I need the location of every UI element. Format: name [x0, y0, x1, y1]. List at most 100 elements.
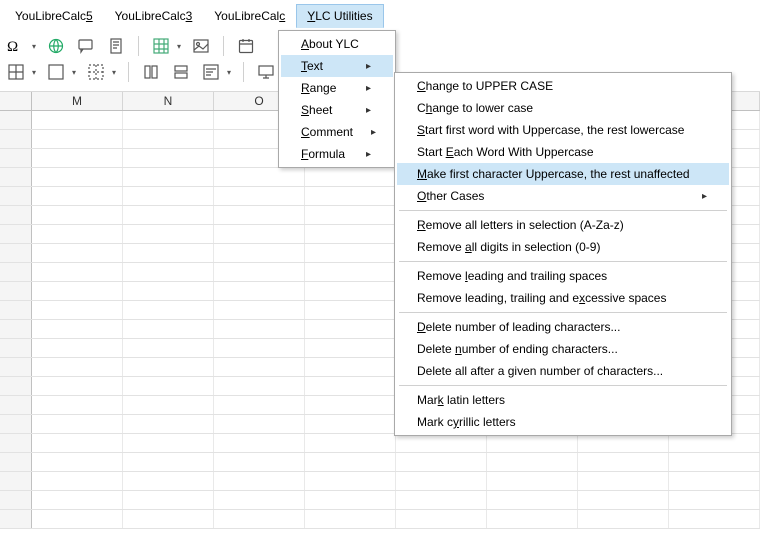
row-header[interactable]	[0, 187, 32, 205]
cell[interactable]	[32, 225, 123, 243]
cell[interactable]	[487, 491, 578, 509]
cell[interactable]	[214, 396, 305, 414]
cell[interactable]	[32, 206, 123, 224]
menu-item[interactable]: Delete all after a given number of chara…	[397, 360, 729, 382]
cell[interactable]	[396, 491, 487, 509]
cell[interactable]	[123, 149, 214, 167]
cell[interactable]	[123, 130, 214, 148]
menu-item[interactable]: Remove all digits in selection (0-9)	[397, 236, 729, 258]
table-insert-icon[interactable]	[151, 36, 171, 56]
menubar-item[interactable]: YouLibreCalc5	[4, 4, 104, 28]
cell[interactable]	[305, 282, 396, 300]
cell[interactable]	[123, 453, 214, 471]
menu-item[interactable]: Mark latin letters	[397, 389, 729, 411]
cell[interactable]	[123, 510, 214, 528]
cell[interactable]	[487, 510, 578, 528]
menu-item[interactable]: Remove leading and trailing spaces	[397, 265, 729, 287]
menubar-item[interactable]: YLC Utilities	[296, 4, 383, 28]
cell[interactable]	[305, 396, 396, 414]
cell[interactable]	[305, 472, 396, 490]
cell[interactable]	[123, 282, 214, 300]
cell[interactable]	[32, 187, 123, 205]
computer-icon[interactable]	[256, 62, 276, 82]
cell[interactable]	[305, 339, 396, 357]
cell[interactable]	[396, 453, 487, 471]
menu-item[interactable]: Change to lower case	[397, 97, 729, 119]
cell[interactable]	[669, 510, 760, 528]
row-header[interactable]	[0, 225, 32, 243]
cell[interactable]	[305, 301, 396, 319]
cell[interactable]	[214, 263, 305, 281]
row-header[interactable]	[0, 358, 32, 376]
menu-item[interactable]: Make first character Uppercase, the rest…	[397, 163, 729, 185]
menu-item[interactable]: Range▸	[281, 77, 393, 99]
cell[interactable]	[32, 130, 123, 148]
cell[interactable]	[305, 320, 396, 338]
cell[interactable]	[305, 358, 396, 376]
cell[interactable]	[32, 453, 123, 471]
cell[interactable]	[214, 510, 305, 528]
corner-cell[interactable]	[0, 92, 32, 110]
cell[interactable]	[32, 263, 123, 281]
cell[interactable]	[305, 434, 396, 452]
insert-column-icon[interactable]	[141, 62, 161, 82]
cell[interactable]	[487, 472, 578, 490]
cell[interactable]	[305, 510, 396, 528]
row-header[interactable]	[0, 396, 32, 414]
cell[interactable]	[32, 282, 123, 300]
image-icon[interactable]	[191, 36, 211, 56]
cell[interactable]	[214, 453, 305, 471]
menu-item[interactable]: Formula▸	[281, 143, 393, 165]
cell[interactable]	[578, 510, 669, 528]
cell[interactable]	[123, 225, 214, 243]
row-header[interactable]	[0, 263, 32, 281]
cell[interactable]	[32, 472, 123, 490]
row-header[interactable]	[0, 510, 32, 528]
cell[interactable]	[396, 434, 487, 452]
cell[interactable]	[32, 301, 123, 319]
menu-item[interactable]: Delete number of leading characters...	[397, 316, 729, 338]
cell[interactable]	[214, 301, 305, 319]
conditional-format-icon[interactable]	[201, 62, 221, 82]
cell[interactable]	[214, 377, 305, 395]
cell[interactable]	[305, 244, 396, 262]
menubar-item[interactable]: YouLibreCalc	[203, 4, 296, 28]
cell[interactable]	[214, 282, 305, 300]
hyperlink-icon[interactable]	[46, 36, 66, 56]
cell[interactable]	[305, 187, 396, 205]
column-header[interactable]: M	[32, 92, 123, 110]
menu-item[interactable]: About YLC	[281, 33, 393, 55]
row-header[interactable]	[0, 434, 32, 452]
row-header[interactable]	[0, 130, 32, 148]
row-header[interactable]	[0, 377, 32, 395]
cell[interactable]	[669, 472, 760, 490]
cell[interactable]	[214, 434, 305, 452]
cell[interactable]	[214, 472, 305, 490]
row-header[interactable]	[0, 282, 32, 300]
cell[interactable]	[214, 358, 305, 376]
cell[interactable]	[214, 206, 305, 224]
comment-icon[interactable]	[76, 36, 96, 56]
row-header[interactable]	[0, 168, 32, 186]
row-header[interactable]	[0, 339, 32, 357]
row-header[interactable]	[0, 111, 32, 129]
cell[interactable]	[123, 415, 214, 433]
cell[interactable]	[305, 168, 396, 186]
column-header[interactable]: N	[123, 92, 214, 110]
cell[interactable]	[214, 491, 305, 509]
cell[interactable]	[32, 396, 123, 414]
cell[interactable]	[32, 244, 123, 262]
cell[interactable]	[214, 339, 305, 357]
cell[interactable]	[32, 149, 123, 167]
menu-item[interactable]: Remove leading, trailing and excessive s…	[397, 287, 729, 309]
menu-item[interactable]: Change to UPPER CASE	[397, 75, 729, 97]
row-header[interactable]	[0, 472, 32, 490]
border-dotted-icon[interactable]	[86, 62, 106, 82]
row-header[interactable]	[0, 491, 32, 509]
border-all-icon[interactable]	[6, 62, 26, 82]
cell[interactable]	[123, 244, 214, 262]
border-box-icon[interactable]	[46, 62, 66, 82]
cell[interactable]	[32, 168, 123, 186]
row-header[interactable]	[0, 415, 32, 433]
row-header[interactable]	[0, 244, 32, 262]
